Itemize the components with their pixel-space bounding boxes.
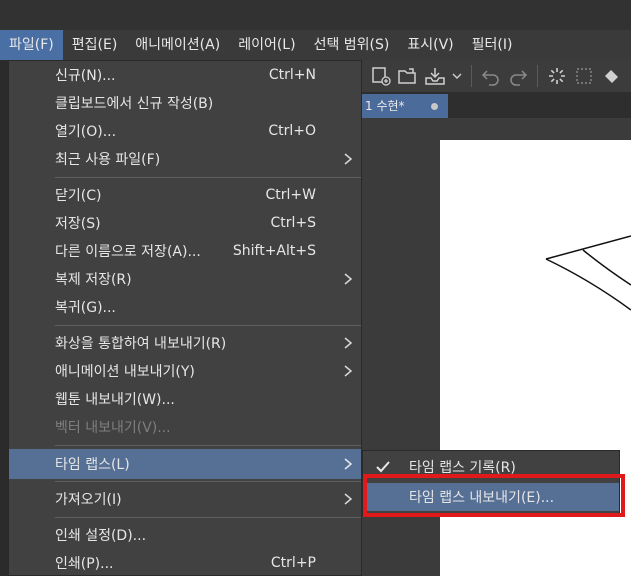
loading-spinner-icon[interactable] (546, 65, 568, 87)
menu-item-shortcut: Shift+Alt+S (232, 243, 316, 259)
checkmark-icon (376, 461, 390, 473)
menu-separator (55, 517, 361, 518)
toolbar-divider (471, 65, 472, 87)
chevron-right-icon (344, 493, 353, 505)
menu-item-shortcut: Ctrl+N (268, 67, 316, 83)
menu-item-label: 타임 랩스(L) (55, 457, 130, 473)
menu-item-save-duplicate[interactable]: 복제 저장(R) (9, 265, 361, 293)
title-bar (0, 0, 631, 30)
open-folder-icon[interactable] (397, 65, 419, 87)
menu-layer[interactable]: 레이어(L) (229, 30, 304, 60)
chevron-down-icon[interactable] (451, 65, 463, 87)
new-canvas-icon[interactable] (370, 65, 392, 87)
menu-separator (55, 325, 361, 326)
menu-item-save-as[interactable]: 다른 이름으로 저장(A)... Shift+Alt+S (9, 237, 361, 265)
toolbar-divider (537, 65, 538, 87)
menu-item-label: 다른 이름으로 저장(A)... (55, 244, 201, 260)
menu-item-revert[interactable]: 복귀(G)... (9, 293, 361, 321)
menu-separator (55, 481, 361, 482)
undo-icon[interactable] (480, 65, 502, 87)
menu-animation[interactable]: 애니메이션(A) (126, 30, 229, 60)
menu-file[interactable]: 파일(F) (0, 30, 63, 60)
menu-item-close[interactable]: 닫기(C) Ctrl+W (9, 181, 361, 209)
menu-item-export-webtoon[interactable]: 웹툰 내보내기(W)... (9, 385, 361, 413)
command-toolbar (362, 60, 631, 92)
document-tab[interactable]: 1 수현* (362, 94, 448, 118)
menu-item-export-flattened[interactable]: 화상을 통합하여 내보내기(R) (9, 329, 361, 357)
menu-item-label: 가져오기(I) (55, 492, 122, 508)
menu-item-label: 애니메이션 내보내기(Y) (55, 364, 195, 380)
menu-separator (55, 445, 361, 446)
chevron-right-icon (344, 458, 353, 470)
menu-item-label: 화상을 통합하여 내보내기(R) (55, 336, 227, 352)
document-tab-bar: 1 수현* (362, 92, 631, 118)
menu-item-new[interactable]: 신규(N)... Ctrl+N (9, 61, 361, 89)
menu-item-save[interactable]: 저장(S) Ctrl+S (9, 209, 361, 237)
canvas-drawing (545, 235, 631, 311)
fill-icon[interactable] (600, 65, 622, 87)
menu-item-label: 닫기(C) (55, 188, 102, 204)
chevron-right-icon (344, 337, 353, 349)
menu-view[interactable]: 표시(V) (398, 30, 462, 60)
menu-item-label: 신규(N)... (55, 68, 116, 84)
menu-item-label: 웹툰 내보내기(W)... (55, 392, 175, 408)
menu-item-label: 클립보드에서 신규 작성(B) (55, 96, 214, 112)
chevron-right-icon (344, 365, 353, 377)
menu-item-shortcut: Ctrl+O (268, 123, 316, 139)
menu-item-open[interactable]: 열기(O)... Ctrl+O (9, 117, 361, 145)
menu-item-new-from-clipboard[interactable]: 클립보드에서 신규 작성(B) (9, 89, 361, 117)
menu-item-recent-files[interactable]: 최근 사용 파일(F) (9, 145, 361, 173)
menu-item-import[interactable]: 가져오기(I) (9, 485, 361, 513)
menu-item-label: 저장(S) (55, 216, 101, 232)
menu-edit[interactable]: 편집(E) (63, 30, 127, 60)
chevron-right-icon (344, 273, 353, 285)
file-menu: 신규(N)... Ctrl+N 클립보드에서 신규 작성(B) 열기(O)...… (8, 60, 362, 576)
menu-filter[interactable]: 필터(I) (463, 30, 522, 60)
menu-item-label: 벡터 내보내기(V)... (55, 420, 171, 436)
annotation-highlight-box (363, 474, 625, 517)
menu-item-shortcut: Ctrl+P (270, 555, 316, 571)
chevron-right-icon (344, 153, 353, 165)
menu-item-export-vector: 벡터 내보내기(V)... (9, 413, 361, 441)
menu-item-print[interactable]: 인쇄(P)... Ctrl+P (9, 549, 361, 576)
menu-item-label: 복귀(G)... (55, 300, 116, 316)
menu-separator (55, 177, 361, 178)
menu-item-label: 복제 저장(R) (55, 272, 132, 288)
menu-bar: 파일(F) 편집(E) 애니메이션(A) 레이어(L) 선택 범위(S) 표시(… (0, 30, 631, 60)
menu-item-label: 최근 사용 파일(F) (55, 152, 161, 168)
menu-selection[interactable]: 선택 범위(S) (305, 30, 399, 60)
document-tab-label: 1 수현* (365, 99, 405, 113)
save-icon[interactable] (424, 65, 446, 87)
redo-icon[interactable] (507, 65, 529, 87)
unsaved-dot-icon[interactable] (431, 103, 438, 110)
selection-icon[interactable] (573, 65, 595, 87)
menu-item-shortcut: Ctrl+S (270, 215, 316, 231)
menu-item-export-animation[interactable]: 애니메이션 내보내기(Y) (9, 357, 361, 385)
menu-item-label: 열기(O)... (55, 124, 117, 140)
menu-item-print-settings[interactable]: 인쇄 설정(D)... (9, 521, 361, 549)
menu-item-timelapse[interactable]: 타임 랩스(L) (9, 449, 361, 479)
menu-item-label: 인쇄(P)... (55, 556, 114, 572)
menu-item-shortcut: Ctrl+W (265, 187, 316, 203)
menu-item-label: 인쇄 설정(D)... (55, 528, 147, 544)
